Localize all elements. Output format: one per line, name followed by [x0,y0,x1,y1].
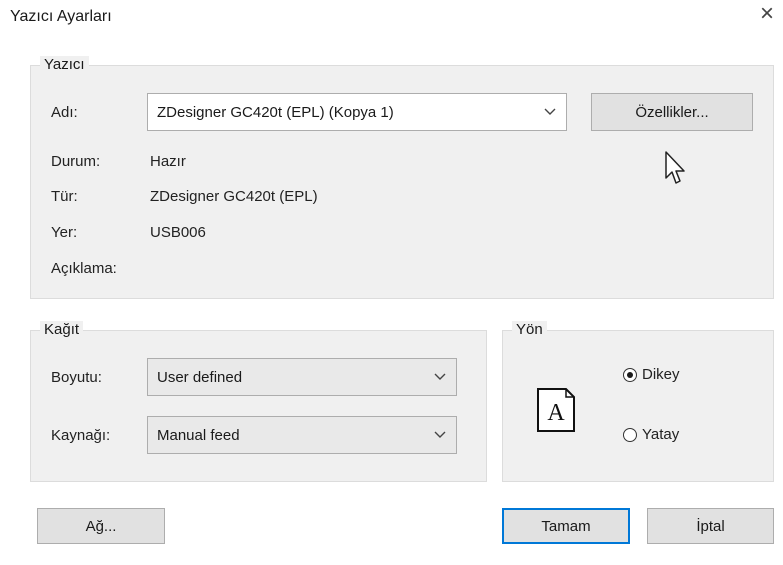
type-value: ZDesigner GC420t (EPL) [150,188,318,205]
type-label: Tür: [51,188,78,205]
properties-button[interactable]: Özellikler... [591,93,753,131]
chevron-down-icon [434,373,446,380]
cancel-button[interactable]: İptal [647,508,774,544]
paper-group-label: Kağıt [40,321,84,338]
printer-name-select[interactable]: ZDesigner GC420t (EPL) (Kopya 1) [147,93,567,131]
paper-source-label: Kaynağı: [51,427,111,444]
paper-source-value: Manual feed [157,426,240,444]
location-value: USB006 [150,224,206,241]
portrait-page-icon: A [537,388,575,432]
network-button[interactable]: Ağ... [37,508,165,544]
orientation-group-label: Yön [512,321,547,338]
radio-landscape[interactable] [623,428,637,442]
printer-name-label: Adı: [51,104,78,121]
chevron-down-icon [544,108,556,115]
paper-size-select[interactable]: User defined [147,358,457,396]
radio-portrait-label[interactable]: Dikey [642,366,680,383]
paper-size-value: User defined [157,368,243,386]
paper-source-select[interactable]: Manual feed [147,416,457,454]
radio-landscape-label[interactable]: Yatay [642,426,679,443]
status-value: Hazır [150,153,186,170]
dialog-title: Yazıcı Ayarları [10,8,112,25]
ok-button[interactable]: Tamam [502,508,630,544]
close-icon[interactable]: × [755,2,779,26]
paper-size-label: Boyutu: [51,369,102,386]
printer-group-label: Yazıcı [40,56,89,73]
status-label: Durum: [51,153,101,170]
radio-portrait[interactable] [623,368,637,382]
page-icon-letter: A [547,400,565,426]
printer-name-value: ZDesigner GC420t (EPL) (Kopya 1) [157,103,394,121]
mouse-cursor-icon [665,151,685,184]
comment-label: Açıklama: [51,260,117,277]
location-label: Yer: [51,224,78,241]
paper-group [30,330,487,482]
chevron-down-icon [434,431,446,438]
